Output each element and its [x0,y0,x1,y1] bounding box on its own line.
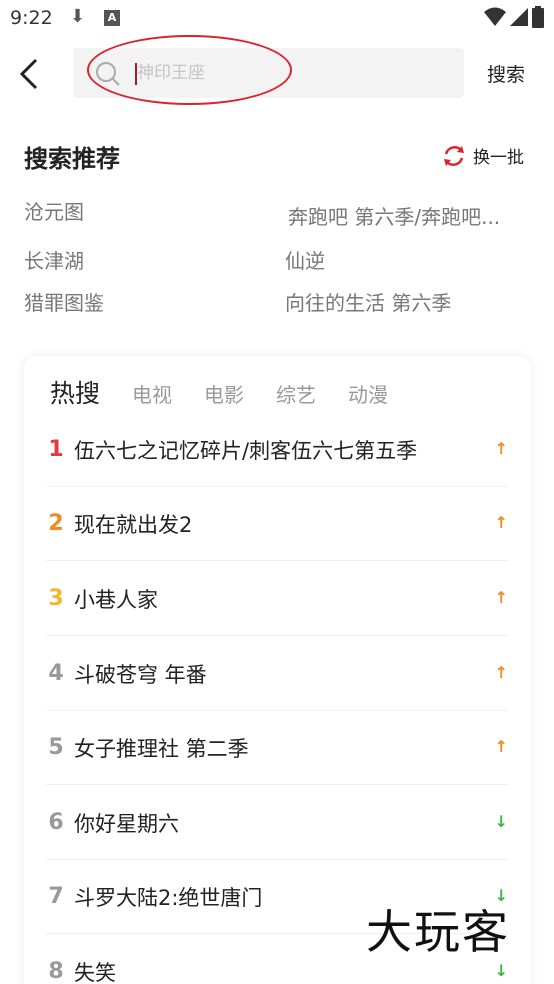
search-icon [96,62,120,86]
refresh-button[interactable]: 换一批 [442,143,524,168]
hot-list-item[interactable]: 1 伍六七之记忆碎片/刺客伍六七第五季 ↑ [46,413,508,487]
search-input[interactable] [137,58,437,88]
hot-list-item[interactable]: 3 小巷人家 ↑ [46,562,508,636]
hot-list-item[interactable]: 6 你好星期六 ↓ [46,786,508,860]
watermark-logo: 大玩客 [366,905,510,959]
trend-icon: ↑ [494,663,508,682]
rank-number: 7 [48,884,64,909]
download-icon: ⬇ [70,6,86,27]
refresh-label: 换一批 [473,148,524,168]
item-title: 斗罗大陆2:绝世唐门 [74,886,263,910]
rank-number: 5 [48,735,64,760]
item-title: 失笑 [74,961,116,984]
back-arrow-icon [19,58,38,90]
item-title: 你好星期六 [74,812,179,836]
item-title: 伍六七之记忆碎片/刺客伍六七第五季 [74,439,418,463]
tab-hot[interactable]: 热搜 [50,374,100,410]
search-box[interactable] [73,48,464,98]
hot-list-item[interactable]: 5 女子推理社 第二季 ↑ [46,711,508,785]
recommend-item[interactable]: 猎罪图鉴 [24,287,104,316]
tab-tv[interactable]: 电视 [132,379,172,408]
trend-icon: ↑ [494,439,508,458]
hot-list-item[interactable]: 4 斗破苍穹 年番 ↑ [46,637,508,711]
rank-number: 8 [48,959,64,984]
recommend-item[interactable]: 沧元图 [24,196,84,225]
rank-number: 2 [48,511,64,536]
rank-number: 6 [48,810,64,835]
hot-list-item[interactable]: 2 现在就出发2 ↑ [46,487,508,561]
signal-icon [510,8,528,26]
tab-anime[interactable]: 动漫 [348,379,388,408]
trend-icon: ↑ [494,737,508,756]
tab-movie[interactable]: 电影 [204,379,244,408]
back-button[interactable] [18,56,48,92]
status-icons [484,6,544,28]
wifi-icon [484,7,506,26]
recommend-item[interactable]: 向往的生活 第六季 [285,287,451,316]
battery-icon [532,6,544,28]
recommend-title: 搜索推荐 [24,145,120,173]
hot-search-card: 热搜 电视 电影 综艺 动漫 1 伍六七之记忆碎片/刺客伍六七第五季 ↑ 2 现… [24,356,531,984]
item-title: 现在就出发2 [74,513,193,537]
hot-tabs: 热搜 电视 电影 综艺 动漫 [50,374,420,410]
item-title: 斗破苍穹 年番 [74,663,207,687]
recommend-item[interactable]: 奔跑吧 第六季/奔跑吧... [288,201,500,230]
status-time: 9:22 [10,7,53,29]
trend-icon: ↑ [494,513,508,532]
recommend-item[interactable]: 长津湖 [24,245,84,274]
rank-number: 3 [48,586,64,611]
item-title: 女子推理社 第二季 [74,737,249,761]
trend-icon: ↓ [494,812,508,831]
status-bar: 9:22 ⬇ A [0,0,554,36]
a-app-icon: A [104,10,120,26]
tab-variety[interactable]: 综艺 [276,379,316,408]
search-button[interactable]: 搜索 [487,60,525,87]
trend-icon: ↓ [494,961,508,980]
item-title: 小巷人家 [74,588,158,612]
recommend-item[interactable]: 仙逆 [285,245,325,274]
rank-number: 4 [48,661,64,686]
trend-icon: ↑ [494,588,508,607]
rank-number: 1 [48,437,64,462]
refresh-icon [444,145,464,166]
